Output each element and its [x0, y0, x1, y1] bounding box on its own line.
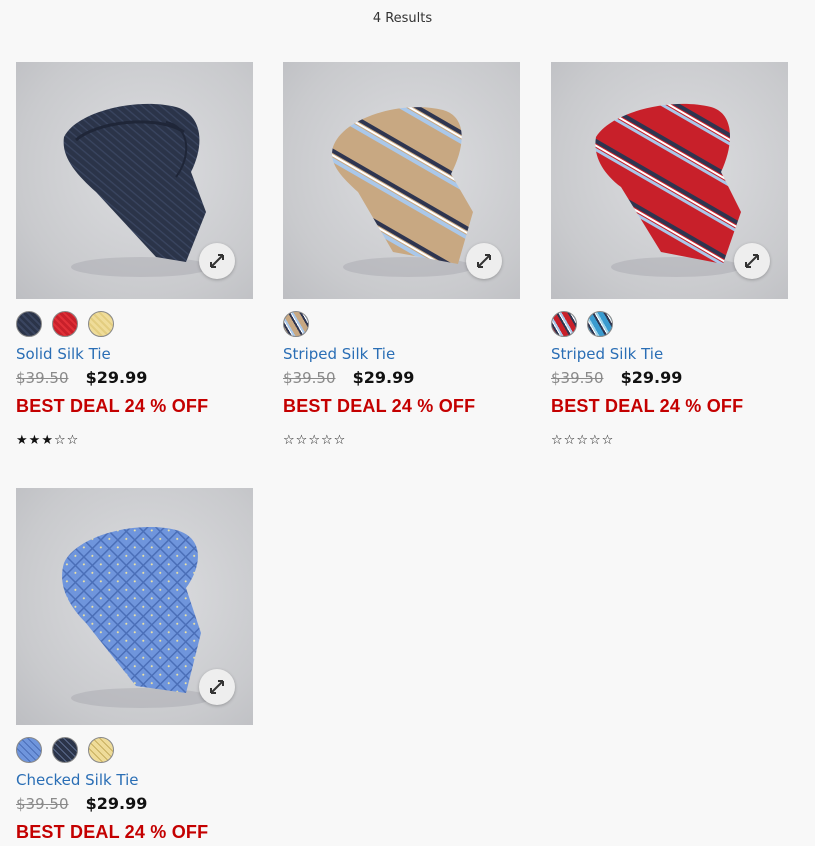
star-empty-icon[interactable]: ☆: [564, 433, 577, 448]
star-rating[interactable]: ☆☆☆☆☆: [551, 433, 788, 451]
star-empty-icon[interactable]: ☆: [296, 433, 309, 448]
product-image[interactable]: [16, 488, 253, 725]
price-row: $39.50 $29.99: [551, 368, 788, 388]
star-empty-icon[interactable]: ☆: [602, 433, 615, 448]
product-name-link[interactable]: Solid Silk Tie: [16, 345, 253, 363]
price-row: $39.50 $29.99: [16, 368, 253, 388]
product-image[interactable]: [16, 62, 253, 299]
swatch-blue-stripe[interactable]: [587, 311, 613, 337]
star-rating[interactable]: ★★★☆☆: [16, 433, 253, 451]
star-empty-icon[interactable]: ☆: [308, 433, 321, 448]
swatch-yellow[interactable]: [88, 311, 114, 337]
star-empty-icon[interactable]: ☆: [589, 433, 602, 448]
product-card[interactable]: Solid Silk Tie $39.50 $29.99 BEST DEAL 2…: [16, 62, 253, 451]
product-card[interactable]: Striped Silk Tie $39.50 $29.99 BEST DEAL…: [283, 62, 520, 451]
star-rating[interactable]: ☆☆☆☆☆: [283, 433, 520, 451]
original-price: $39.50: [283, 369, 336, 387]
star-empty-icon[interactable]: ☆: [334, 433, 347, 448]
expand-arrows-icon[interactable]: [199, 669, 235, 705]
original-price: $39.50: [16, 369, 69, 387]
star-empty-icon[interactable]: ☆: [576, 433, 589, 448]
swatch-navy-check[interactable]: [52, 737, 78, 763]
swatch-yellow-check[interactable]: [88, 737, 114, 763]
swatch-red-stripe[interactable]: [551, 311, 577, 337]
color-swatches: [551, 311, 788, 339]
sale-price: $29.99: [620, 368, 683, 387]
star-empty-icon[interactable]: ☆: [551, 433, 564, 448]
deal-badge: BEST DEAL 24 % OFF: [551, 396, 744, 416]
star-filled-icon[interactable]: ★: [41, 433, 54, 448]
color-swatches: [283, 311, 520, 339]
product-image[interactable]: [551, 62, 788, 299]
product-name-link[interactable]: Striped Silk Tie: [283, 345, 520, 363]
deal-badge: BEST DEAL 24 % OFF: [16, 396, 209, 416]
product-card[interactable]: Striped Silk Tie $39.50 $29.99 BEST DEAL…: [551, 62, 788, 451]
sale-price: $29.99: [85, 368, 148, 387]
original-price: $39.50: [551, 369, 604, 387]
expand-arrows-icon[interactable]: [199, 243, 235, 279]
swatch-blue-check[interactable]: [16, 737, 42, 763]
product-name-link[interactable]: Striped Silk Tie: [551, 345, 788, 363]
star-empty-icon[interactable]: ☆: [67, 433, 80, 448]
deal-badge: BEST DEAL 24 % OFF: [283, 396, 476, 416]
color-swatches: [16, 311, 253, 339]
sale-price: $29.99: [85, 794, 148, 813]
deal-badge: BEST DEAL 24 % OFF: [16, 822, 209, 842]
price-row: $39.50 $29.99: [16, 794, 253, 814]
expand-arrows-icon[interactable]: [466, 243, 502, 279]
swatch-red[interactable]: [52, 311, 78, 337]
product-name-link[interactable]: Checked Silk Tie: [16, 771, 253, 789]
sale-price: $29.99: [352, 368, 415, 387]
original-price: $39.50: [16, 795, 69, 813]
star-empty-icon[interactable]: ☆: [283, 433, 296, 448]
product-card[interactable]: Checked Silk Tie $39.50 $29.99 BEST DEAL…: [16, 488, 253, 843]
product-image[interactable]: [283, 62, 520, 299]
expand-arrows-icon[interactable]: [734, 243, 770, 279]
star-filled-icon[interactable]: ★: [29, 433, 42, 448]
price-row: $39.50 $29.99: [283, 368, 520, 388]
color-swatches: [16, 737, 253, 765]
swatch-navy[interactable]: [16, 311, 42, 337]
swatch-tan-stripe[interactable]: [283, 311, 309, 337]
star-empty-icon[interactable]: ☆: [321, 433, 334, 448]
results-count: 4 Results: [372, 11, 433, 26]
star-empty-icon[interactable]: ☆: [54, 433, 67, 448]
star-filled-icon[interactable]: ★: [16, 433, 29, 448]
